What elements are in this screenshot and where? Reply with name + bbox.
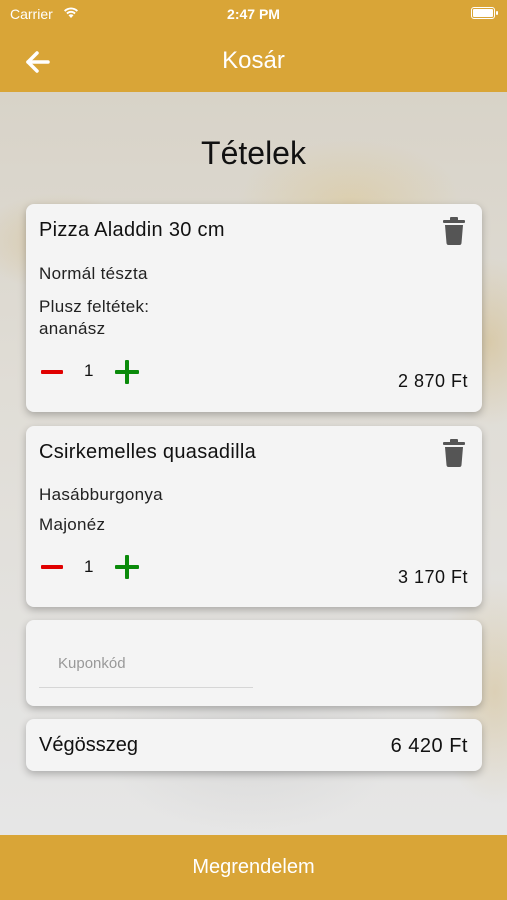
trash-icon[interactable]: [442, 217, 466, 245]
item-option: Plusz feltétek:: [39, 297, 150, 316]
order-button[interactable]: Megrendelem: [0, 835, 507, 900]
page-title: Kosár: [222, 47, 285, 74]
battery-icon: [471, 7, 498, 19]
item-name: Pizza Aladdin 30 cm: [39, 219, 225, 241]
minus-icon[interactable]: [40, 360, 64, 384]
item-option: Normál tészta: [39, 264, 148, 283]
cart-item: Pizza Aladdin 30 cm Normál tészta Plusz …: [26, 204, 482, 412]
plus-icon[interactable]: [114, 554, 140, 580]
item-quantity: 1: [84, 361, 94, 380]
total-value: 6 420 Ft: [390, 735, 468, 757]
coupon-input[interactable]: [39, 640, 253, 688]
total-card: Végösszeg 6 420 Ft: [26, 719, 482, 771]
item-name: Csirkemelles quasadilla: [39, 441, 256, 463]
minus-icon[interactable]: [40, 555, 64, 579]
status-time: 2:47 PM: [227, 6, 280, 22]
item-option: ananász: [39, 319, 106, 338]
status-bar: Carrier 2:47 PM: [0, 0, 507, 30]
item-option: Hasábburgonya: [39, 485, 163, 504]
cart-item: Csirkemelles quasadilla Hasábburgonya Ma…: [26, 426, 482, 607]
item-price: 3 170 Ft: [397, 567, 468, 587]
nav-bar: Kosár: [0, 30, 507, 92]
item-quantity: 1: [84, 557, 94, 576]
plus-icon[interactable]: [114, 359, 140, 385]
total-label: Végösszeg: [39, 734, 138, 756]
items-heading: Tételek: [201, 135, 306, 171]
item-price: 2 870 Ft: [397, 371, 468, 391]
coupon-card: [26, 620, 482, 706]
trash-icon[interactable]: [442, 439, 466, 467]
item-option: Majonéz: [39, 515, 106, 534]
